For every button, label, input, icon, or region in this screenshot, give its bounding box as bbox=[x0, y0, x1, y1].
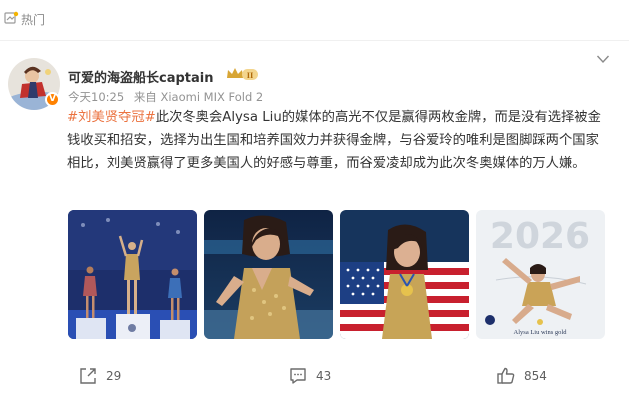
post-time[interactable]: 今天10:25 bbox=[68, 90, 124, 104]
author-name[interactable]: 可爱的海盗船长captain bbox=[68, 67, 213, 86]
post-image-2[interactable] bbox=[204, 210, 333, 339]
comment-count: 43 bbox=[316, 369, 332, 383]
verified-badge: V bbox=[45, 92, 60, 107]
repost-count: 29 bbox=[106, 369, 122, 383]
like-count: 854 bbox=[524, 369, 547, 383]
post-card: 热门 V 可爱的海盗船长captain II 今天10:25 来自 Xiaomi… bbox=[0, 0, 629, 402]
comment-icon bbox=[290, 368, 306, 384]
like-button[interactable]: 854 bbox=[496, 366, 547, 386]
comment-button[interactable]: 43 bbox=[288, 366, 331, 386]
repost-icon bbox=[80, 368, 96, 384]
author-avatar[interactable]: V bbox=[8, 58, 60, 110]
post-image-4[interactable]: 2026 Alysa Liu wins gold bbox=[476, 210, 605, 339]
poster-caption: Alysa Liu wins gold bbox=[514, 329, 568, 336]
post-text: #刘美贤夺冠#此次冬奥会Alysa Liu的媒体的高光不仅是赢得两枚金牌，而是没… bbox=[67, 106, 607, 175]
post-image-1[interactable] bbox=[68, 210, 197, 339]
post-image-3[interactable] bbox=[340, 210, 469, 339]
repost-button[interactable]: 29 bbox=[78, 366, 121, 386]
poster-year: 2026 bbox=[490, 216, 590, 257]
hot-flame-icon bbox=[4, 11, 19, 24]
level-number: II bbox=[247, 70, 254, 80]
divider bbox=[0, 40, 629, 41]
post-actions: 29 43 854 bbox=[0, 350, 629, 402]
post-source: 来自 Xiaomi MIX Fold 2 bbox=[133, 90, 264, 104]
post-meta: 今天10:25 来自 Xiaomi MIX Fold 2 bbox=[68, 89, 269, 105]
hot-label: 热门 bbox=[21, 13, 46, 27]
hot-section-header: 热门 bbox=[0, 0, 629, 40]
topic-link[interactable]: #刘美贤夺冠# bbox=[67, 110, 156, 125]
crown-level-badge[interactable]: II bbox=[225, 66, 259, 82]
chevron-down-icon[interactable] bbox=[596, 54, 610, 64]
thumbs-up-icon bbox=[497, 367, 515, 384]
